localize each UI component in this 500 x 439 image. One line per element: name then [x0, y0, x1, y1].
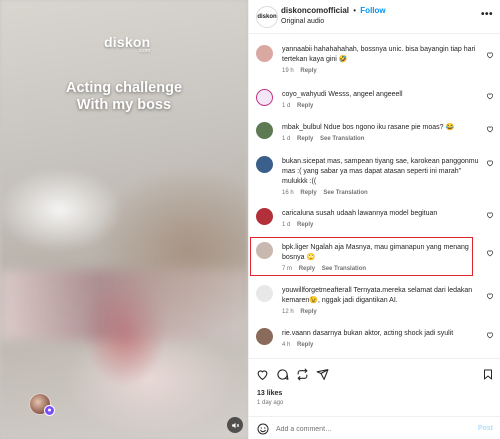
likes-count[interactable]: 13 likes [257, 390, 282, 397]
like-heart-icon[interactable] [486, 292, 494, 300]
reply-button[interactable]: Reply [297, 342, 313, 348]
reel-video[interactable]: diskon .com Acting challenge With my bos… [0, 0, 248, 439]
reply-button[interactable]: Reply [297, 222, 313, 228]
comment-time: 4 h [282, 342, 291, 348]
comment-username[interactable]: coyo_wahyudi [282, 91, 326, 98]
like-heart-icon[interactable] [486, 211, 494, 219]
post-header: diskon diskoncomofficial • Follow Origin… [249, 0, 500, 34]
reply-button[interactable]: Reply [297, 103, 313, 109]
comment-meta: 1 d Reply [282, 103, 318, 109]
post-sidebar: diskon diskoncomofficial • Follow Origin… [248, 0, 500, 439]
account-avatar-text: diskon [257, 14, 277, 20]
post-timestamp: 1 day ago [257, 400, 284, 406]
comment-avatar[interactable] [256, 208, 273, 225]
comment-body: youwillforgetmeafterall Ternyata.mereka … [282, 286, 482, 306]
share-send-icon[interactable] [316, 368, 329, 381]
comment-time: 16 h [282, 190, 294, 196]
comment-avatar[interactable] [256, 89, 273, 106]
comments-list: yannaabii hahahahahah, bossnya unic. bis… [249, 34, 500, 358]
bookmark-icon[interactable] [482, 368, 494, 381]
post-footer: 13 likes 1 day ago Post [249, 358, 500, 439]
comment-body: bukan.sicepat mas, sampean tiyang sae, k… [282, 157, 482, 187]
like-heart-icon[interactable] [486, 331, 494, 339]
action-bar [256, 368, 329, 382]
account-avatar[interactable]: diskon [256, 6, 278, 28]
comment-body: rie.vaann dasarnya bukan aktor, acting s… [282, 329, 482, 339]
comment-meta: 1 d Reply See Translation [282, 136, 369, 142]
overlay-line-2: With my boss [76, 97, 172, 113]
comment-username[interactable]: caricaluna [282, 210, 314, 217]
follow-button[interactable]: Follow [360, 6, 385, 15]
overlay-line-1: Acting challenge [65, 80, 183, 96]
separator-dot: • [353, 6, 357, 15]
more-options-icon[interactable]: ••• [481, 10, 493, 20]
comment-time: 1 d [282, 103, 291, 109]
comment-username[interactable]: rie.vaann [282, 330, 311, 337]
video-frame [0, 0, 248, 439]
see-translation-button[interactable]: See Translation [323, 190, 367, 196]
comment-username[interactable]: bukan.sicepat [282, 158, 325, 165]
comment-body: yannaabii hahahahahah, bossnya unic. bis… [282, 45, 482, 65]
comment-username[interactable]: yannaabii [282, 46, 312, 53]
comment-text: hahahahahah, bossnya unic. bisa bayangin… [282, 46, 476, 63]
emoji-icon[interactable] [257, 423, 269, 435]
like-heart-icon[interactable] [486, 92, 494, 100]
header-title-row: diskoncomofficial • Follow [281, 6, 386, 15]
audio-label[interactable]: Original audio [281, 18, 324, 25]
comment-meta: 12 h Reply [282, 309, 322, 315]
reply-button[interactable]: Reply [300, 309, 316, 315]
reply-button[interactable]: Reply [300, 68, 316, 74]
comment-meta: 4 h Reply [282, 342, 318, 348]
comment-text: Ndue bos ngono iku rasane pie moas? 😂 [323, 124, 455, 131]
collab-badge-icon: ● [44, 405, 55, 416]
comment-username[interactable]: mbak_bulbul [282, 124, 322, 131]
comment-time: 19 h [282, 68, 294, 74]
reply-button[interactable]: Reply [300, 190, 316, 196]
comment-time: 1 d [282, 136, 291, 142]
comment-body: coyo_wahyudi Wesss, angeel angeeell [282, 90, 482, 100]
comment-time: 1 d [282, 222, 291, 228]
comment-text: susah udaah lawannya model begituan [315, 210, 438, 217]
comment-avatar[interactable] [256, 328, 273, 345]
motion-blur [0, 270, 248, 340]
video-caption-overlay: Acting challenge With my boss [0, 80, 248, 114]
reply-button[interactable]: Reply [297, 136, 313, 142]
comment-avatar[interactable] [256, 285, 273, 302]
brand-watermark: diskon .com [104, 34, 150, 54]
comment-time: 12 h [282, 309, 294, 315]
comment-username[interactable]: youwillforgetmeafterall [282, 287, 352, 294]
comment-avatar[interactable] [256, 122, 273, 139]
mute-button[interactable] [227, 417, 243, 433]
comment-avatar[interactable] [256, 45, 273, 62]
like-heart-icon[interactable] [256, 368, 269, 381]
comment-text: Wesss, angeel angeeell [328, 91, 403, 98]
comment-input[interactable] [276, 422, 456, 436]
like-heart-icon[interactable] [486, 125, 494, 133]
comment-body: mbak_bulbul Ndue bos ngono iku rasane pi… [282, 123, 482, 133]
like-heart-icon[interactable] [486, 51, 494, 59]
see-translation-button[interactable]: See Translation [320, 136, 364, 142]
comment-meta: 1 d Reply [282, 222, 318, 228]
comment-meta: 19 h Reply [282, 68, 322, 74]
speaker-muted-icon [231, 422, 239, 428]
repost-icon[interactable] [296, 368, 309, 381]
comment-body: caricaluna susah udaah lawannya model be… [282, 209, 482, 219]
add-comment-bar: Post [249, 416, 500, 439]
like-heart-icon[interactable] [486, 159, 494, 167]
comment-avatar[interactable] [256, 156, 273, 173]
post-button[interactable]: Post [478, 425, 493, 432]
account-username[interactable]: diskoncomofficial [281, 6, 349, 15]
like-heart-icon[interactable] [486, 249, 494, 257]
comment-text: dasarnya bukan aktor, acting shock jadi … [312, 330, 454, 337]
highlight-box [250, 237, 473, 276]
comment-bubble-icon[interactable] [276, 368, 289, 381]
comment-meta: 16 h Reply See Translation [282, 190, 373, 196]
